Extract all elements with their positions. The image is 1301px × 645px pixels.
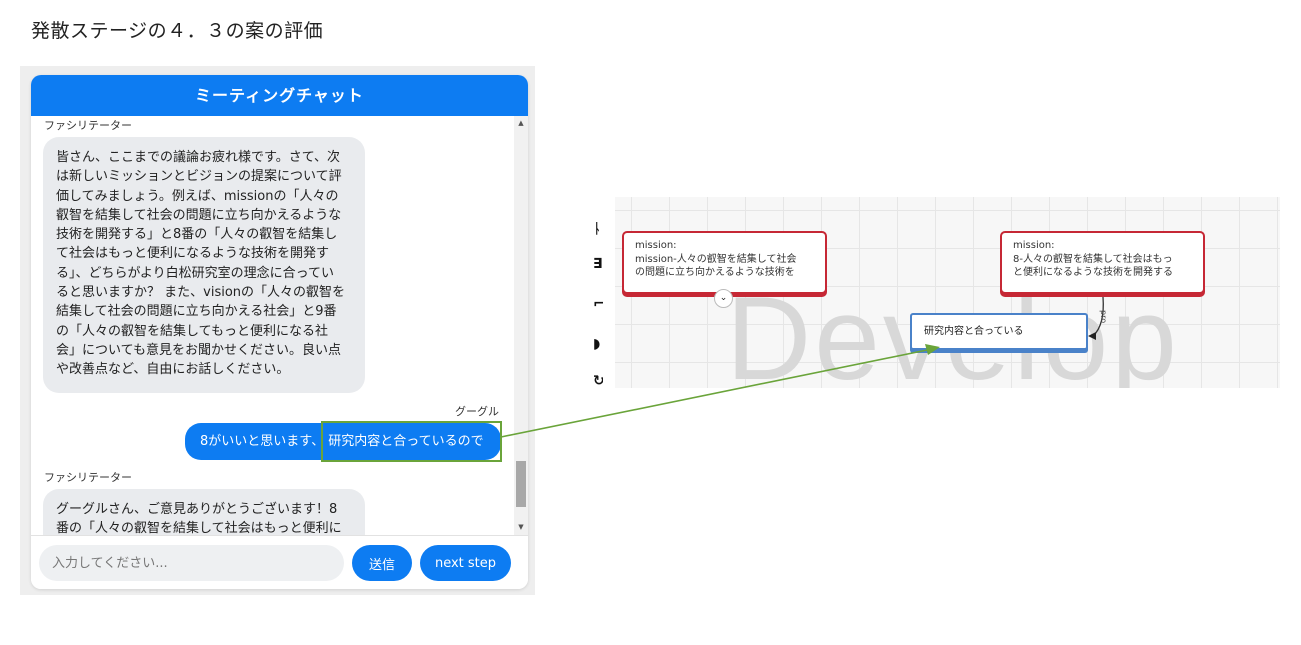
meeting-chat-window: ミーティングチャット ファシリテーター 皆さん、ここまでの議論お疲れ様です。さて… bbox=[31, 75, 528, 589]
message-line: ると思いますか？ また、visionの「人々の叡智を bbox=[56, 285, 346, 301]
message-line: グーグルさん、ご意見ありがとうございます！8 bbox=[56, 502, 338, 517]
message-line: 番の「人々の叡智を結集して社会はもっと便利に bbox=[56, 521, 342, 535]
chat-input-bar: 送信 next step bbox=[31, 535, 528, 589]
message-line: 技術を開発する」と8番の「人々の叡智を結集し bbox=[56, 227, 338, 243]
message-line: 結集して社会の問題に立ち向かえる社会」と9番 bbox=[56, 304, 337, 320]
message-text: 8がいいと思います、 bbox=[200, 434, 325, 449]
annotation-highlight-box bbox=[321, 421, 502, 462]
map-edge bbox=[1088, 296, 1104, 340]
chat-header-title: ミーティングチャット bbox=[31, 75, 528, 116]
scroll-down-icon[interactable]: ▼ bbox=[514, 520, 528, 534]
send-button[interactable]: 送信 bbox=[352, 545, 412, 581]
message-sender: ファシリテーター bbox=[44, 471, 132, 484]
scroll-thumb[interactable] bbox=[516, 461, 526, 507]
message-line: 叡智を結集して社会の問題に立ち向かえるような bbox=[56, 207, 342, 223]
scroll-up-icon[interactable]: ▲ bbox=[514, 116, 528, 130]
message-line: て社会はもっと便利になるような技術を開発す bbox=[56, 246, 330, 262]
message-line: は新しいミッションとビジョンの提案について評 bbox=[56, 169, 342, 185]
message-sender: ファシリテーター bbox=[44, 119, 132, 132]
message-sender: グーグル bbox=[455, 405, 499, 418]
facilitator-message: グーグルさん、ご意見ありがとうございます！8 番の「人々の叡智を結集して社会はも… bbox=[43, 489, 365, 535]
mindmap-canvas[interactable]: Develop ᚿ ∃ ⌐ ◗ ↻ mission: mission-人々の叡智… bbox=[593, 197, 1280, 388]
message-line: の「人々の叡智を結集してもっと便利になる社 bbox=[56, 323, 328, 339]
page-caption: 発散ステージの４．３の案の評価 bbox=[31, 20, 324, 42]
chat-message-input[interactable] bbox=[39, 545, 344, 581]
message-line: る」、どちらがより白松研究室の理念に合ってい bbox=[56, 265, 334, 281]
chat-messages[interactable]: ファシリテーター 皆さん、ここまでの議論お疲れ様です。さて、次 は新しいミッショ… bbox=[31, 116, 528, 535]
next-step-button[interactable]: next step bbox=[420, 545, 511, 581]
message-line: 価してみましょう。例えば、missionの「人々の bbox=[56, 188, 339, 204]
chat-scrollbar[interactable]: ▲ ▼ bbox=[514, 116, 528, 535]
message-line: 皆さん、ここまでの議論お疲れ様です。さて、次 bbox=[56, 150, 341, 165]
message-line: や改善点など、自由にお話しください。 bbox=[56, 362, 290, 378]
message-line: 会」についても意見をお聞かせください。良い点 bbox=[56, 342, 341, 358]
facilitator-message: 皆さん、ここまでの議論お疲れ様です。さて、次 は新しいミッションとビジョンの提案… bbox=[43, 137, 365, 393]
edge-label: pro bbox=[1099, 310, 1108, 324]
